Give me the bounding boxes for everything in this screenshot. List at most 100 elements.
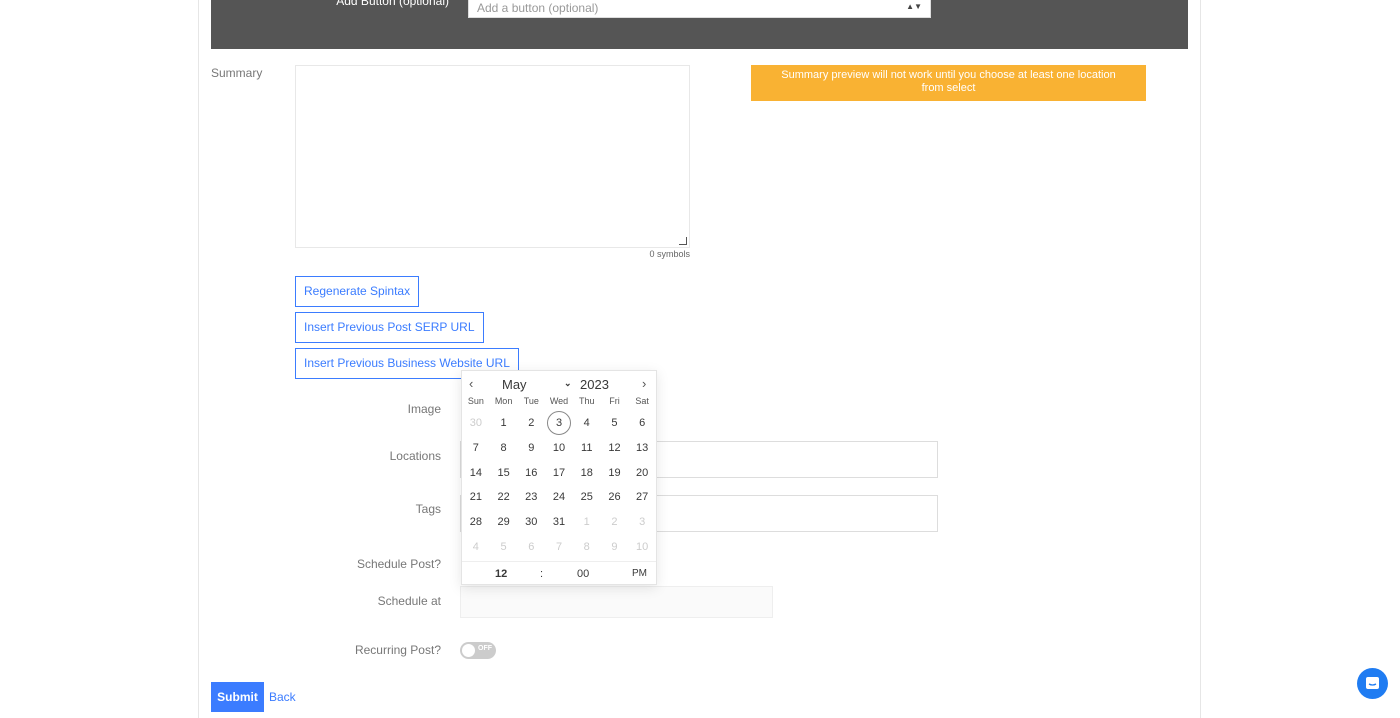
add-button-select[interactable]: Add a button (optional) ▲▼ xyxy=(468,0,931,18)
chevron-down-icon: ⌄ xyxy=(564,378,572,388)
calendar-day[interactable]: 13 xyxy=(628,436,656,460)
calendar-day[interactable]: 10 xyxy=(545,436,573,460)
locations-label: Locations xyxy=(389,449,441,463)
calendar-day[interactable]: 11 xyxy=(573,436,601,460)
date-picker: ‹ May ⌄ 2023 › Sun Mon Tue Wed Thu Fri Sat 30 1… xyxy=(461,370,657,585)
calendar-day[interactable]: 9 xyxy=(601,535,629,559)
day-label: 10 xyxy=(636,541,649,553)
back-link[interactable]: Back xyxy=(269,690,296,704)
add-button-label: Add Button (optional) xyxy=(336,0,449,8)
calendar-week: 28 29 30 31 1 2 3 xyxy=(462,510,656,534)
calendar-day[interactable]: 4 xyxy=(573,411,601,435)
calendar-day[interactable]: 30 xyxy=(462,411,490,435)
day-label: 12 xyxy=(608,441,621,454)
calendar-day[interactable]: 10 xyxy=(628,535,656,559)
ampm-toggle[interactable]: PM xyxy=(632,562,647,586)
day-label: 16 xyxy=(525,466,538,479)
time-picker: 12 : 00 PM xyxy=(462,561,656,586)
day-label: 17 xyxy=(552,466,566,479)
calendar-day[interactable]: 2 xyxy=(601,510,629,534)
weekday-label: Tue xyxy=(523,396,539,406)
day-label: 14 xyxy=(469,466,482,479)
schedule-at-input[interactable] xyxy=(460,586,773,618)
calendar-day[interactable]: 8 xyxy=(490,436,518,460)
calendar-week: 14 15 16 17 18 19 20 xyxy=(462,461,656,485)
summary-textarea[interactable] xyxy=(295,65,690,248)
calendar-day[interactable]: 1 xyxy=(490,411,518,435)
day-label: 30 xyxy=(525,516,538,529)
weekday-label: Fri xyxy=(609,396,620,406)
day-label: 10 xyxy=(552,441,566,454)
calendar-day[interactable]: 19 xyxy=(601,461,629,485)
day-label: 26 xyxy=(608,491,621,504)
day-label: 23 xyxy=(525,491,538,504)
calendar-day[interactable]: 17 xyxy=(545,461,573,485)
calendar-day[interactable]: 25 xyxy=(573,485,601,509)
summary-label: Summary xyxy=(211,66,263,80)
day-label: 15 xyxy=(497,466,510,479)
calendar-day[interactable]: 22 xyxy=(490,485,518,509)
calendar-day[interactable]: 7 xyxy=(545,535,573,559)
calendar-day[interactable]: 20 xyxy=(628,461,656,485)
calendar-day[interactable]: 24 xyxy=(545,485,573,509)
day-label: 19 xyxy=(608,466,621,479)
day-label: 25 xyxy=(580,491,593,504)
day-label: 9 xyxy=(528,441,535,454)
day-label: 6 xyxy=(639,417,646,429)
toggle-knob xyxy=(462,644,475,657)
day-label: 27 xyxy=(636,491,649,504)
chat-launcher-button[interactable] xyxy=(1357,668,1388,699)
minute-input[interactable]: 00 xyxy=(577,562,589,586)
calendar-day[interactable]: 9 xyxy=(517,436,545,460)
calendar-day[interactable]: 30 xyxy=(517,510,545,534)
calendar-day[interactable]: 8 xyxy=(573,535,601,559)
submit-button[interactable]: Submit xyxy=(211,682,264,712)
calendar-day[interactable]: 18 xyxy=(573,461,601,485)
next-month-icon[interactable]: › xyxy=(642,376,646,391)
day-label: 7 xyxy=(472,441,479,454)
calendar-day[interactable]: 6 xyxy=(628,411,656,435)
month-select[interactable]: May xyxy=(502,377,527,392)
tags-label: Tags xyxy=(415,502,441,516)
year-input[interactable]: 2023 xyxy=(580,377,609,392)
calendar-day[interactable]: 6 xyxy=(517,535,545,559)
calendar-day[interactable]: 5 xyxy=(490,535,518,559)
day-label: 31 xyxy=(552,516,566,529)
calendar-day[interactable]: 7 xyxy=(462,436,490,460)
calendar-day[interactable]: 27 xyxy=(628,485,656,509)
day-label: 28 xyxy=(469,516,482,529)
calendar-day[interactable]: 23 xyxy=(517,485,545,509)
image-label: Image xyxy=(407,402,441,416)
day-label: 1 xyxy=(500,417,507,429)
calendar-day[interactable]: 26 xyxy=(601,485,629,509)
calendar-day[interactable]: 31 xyxy=(545,510,573,534)
summary-warning: Summary preview will not work until you … xyxy=(751,65,1146,101)
calendar-day[interactable]: 12 xyxy=(601,436,629,460)
hour-input[interactable]: 12 xyxy=(495,562,507,586)
calendar-day[interactable]: 3 xyxy=(628,510,656,534)
day-label: 3 xyxy=(547,411,572,435)
schedule-post-label: Schedule Post? xyxy=(356,557,441,571)
calendar-day[interactable]: 15 xyxy=(490,461,518,485)
toggle-state: OFF xyxy=(478,645,492,652)
calendar-day[interactable]: 21 xyxy=(462,485,490,509)
calendar-day-today[interactable]: 3 xyxy=(545,411,573,435)
recurring-toggle[interactable]: OFF xyxy=(460,642,496,659)
calendar-day[interactable]: 29 xyxy=(490,510,518,534)
calendar-day[interactable]: 5 xyxy=(601,411,629,435)
insert-serp-url-button[interactable]: Insert Previous Post SERP URL xyxy=(295,312,484,343)
chat-icon xyxy=(1366,677,1379,689)
resize-handle-icon[interactable] xyxy=(679,237,687,245)
prev-month-icon[interactable]: ‹ xyxy=(469,376,473,391)
calendar-day[interactable]: 2 xyxy=(517,411,545,435)
calendar-day[interactable]: 14 xyxy=(462,461,490,485)
regenerate-spintax-button[interactable]: Regenerate Spintax xyxy=(295,276,420,307)
select-placeholder: Add a button (optional) xyxy=(477,1,599,15)
calendar-day[interactable]: 16 xyxy=(517,461,545,485)
calendar-day[interactable]: 4 xyxy=(462,535,490,559)
day-label: 4 xyxy=(583,417,590,429)
day-label: 6 xyxy=(528,541,535,553)
day-label: 2 xyxy=(611,516,618,529)
calendar-day[interactable]: 28 xyxy=(462,510,490,534)
calendar-day[interactable]: 1 xyxy=(573,510,601,534)
